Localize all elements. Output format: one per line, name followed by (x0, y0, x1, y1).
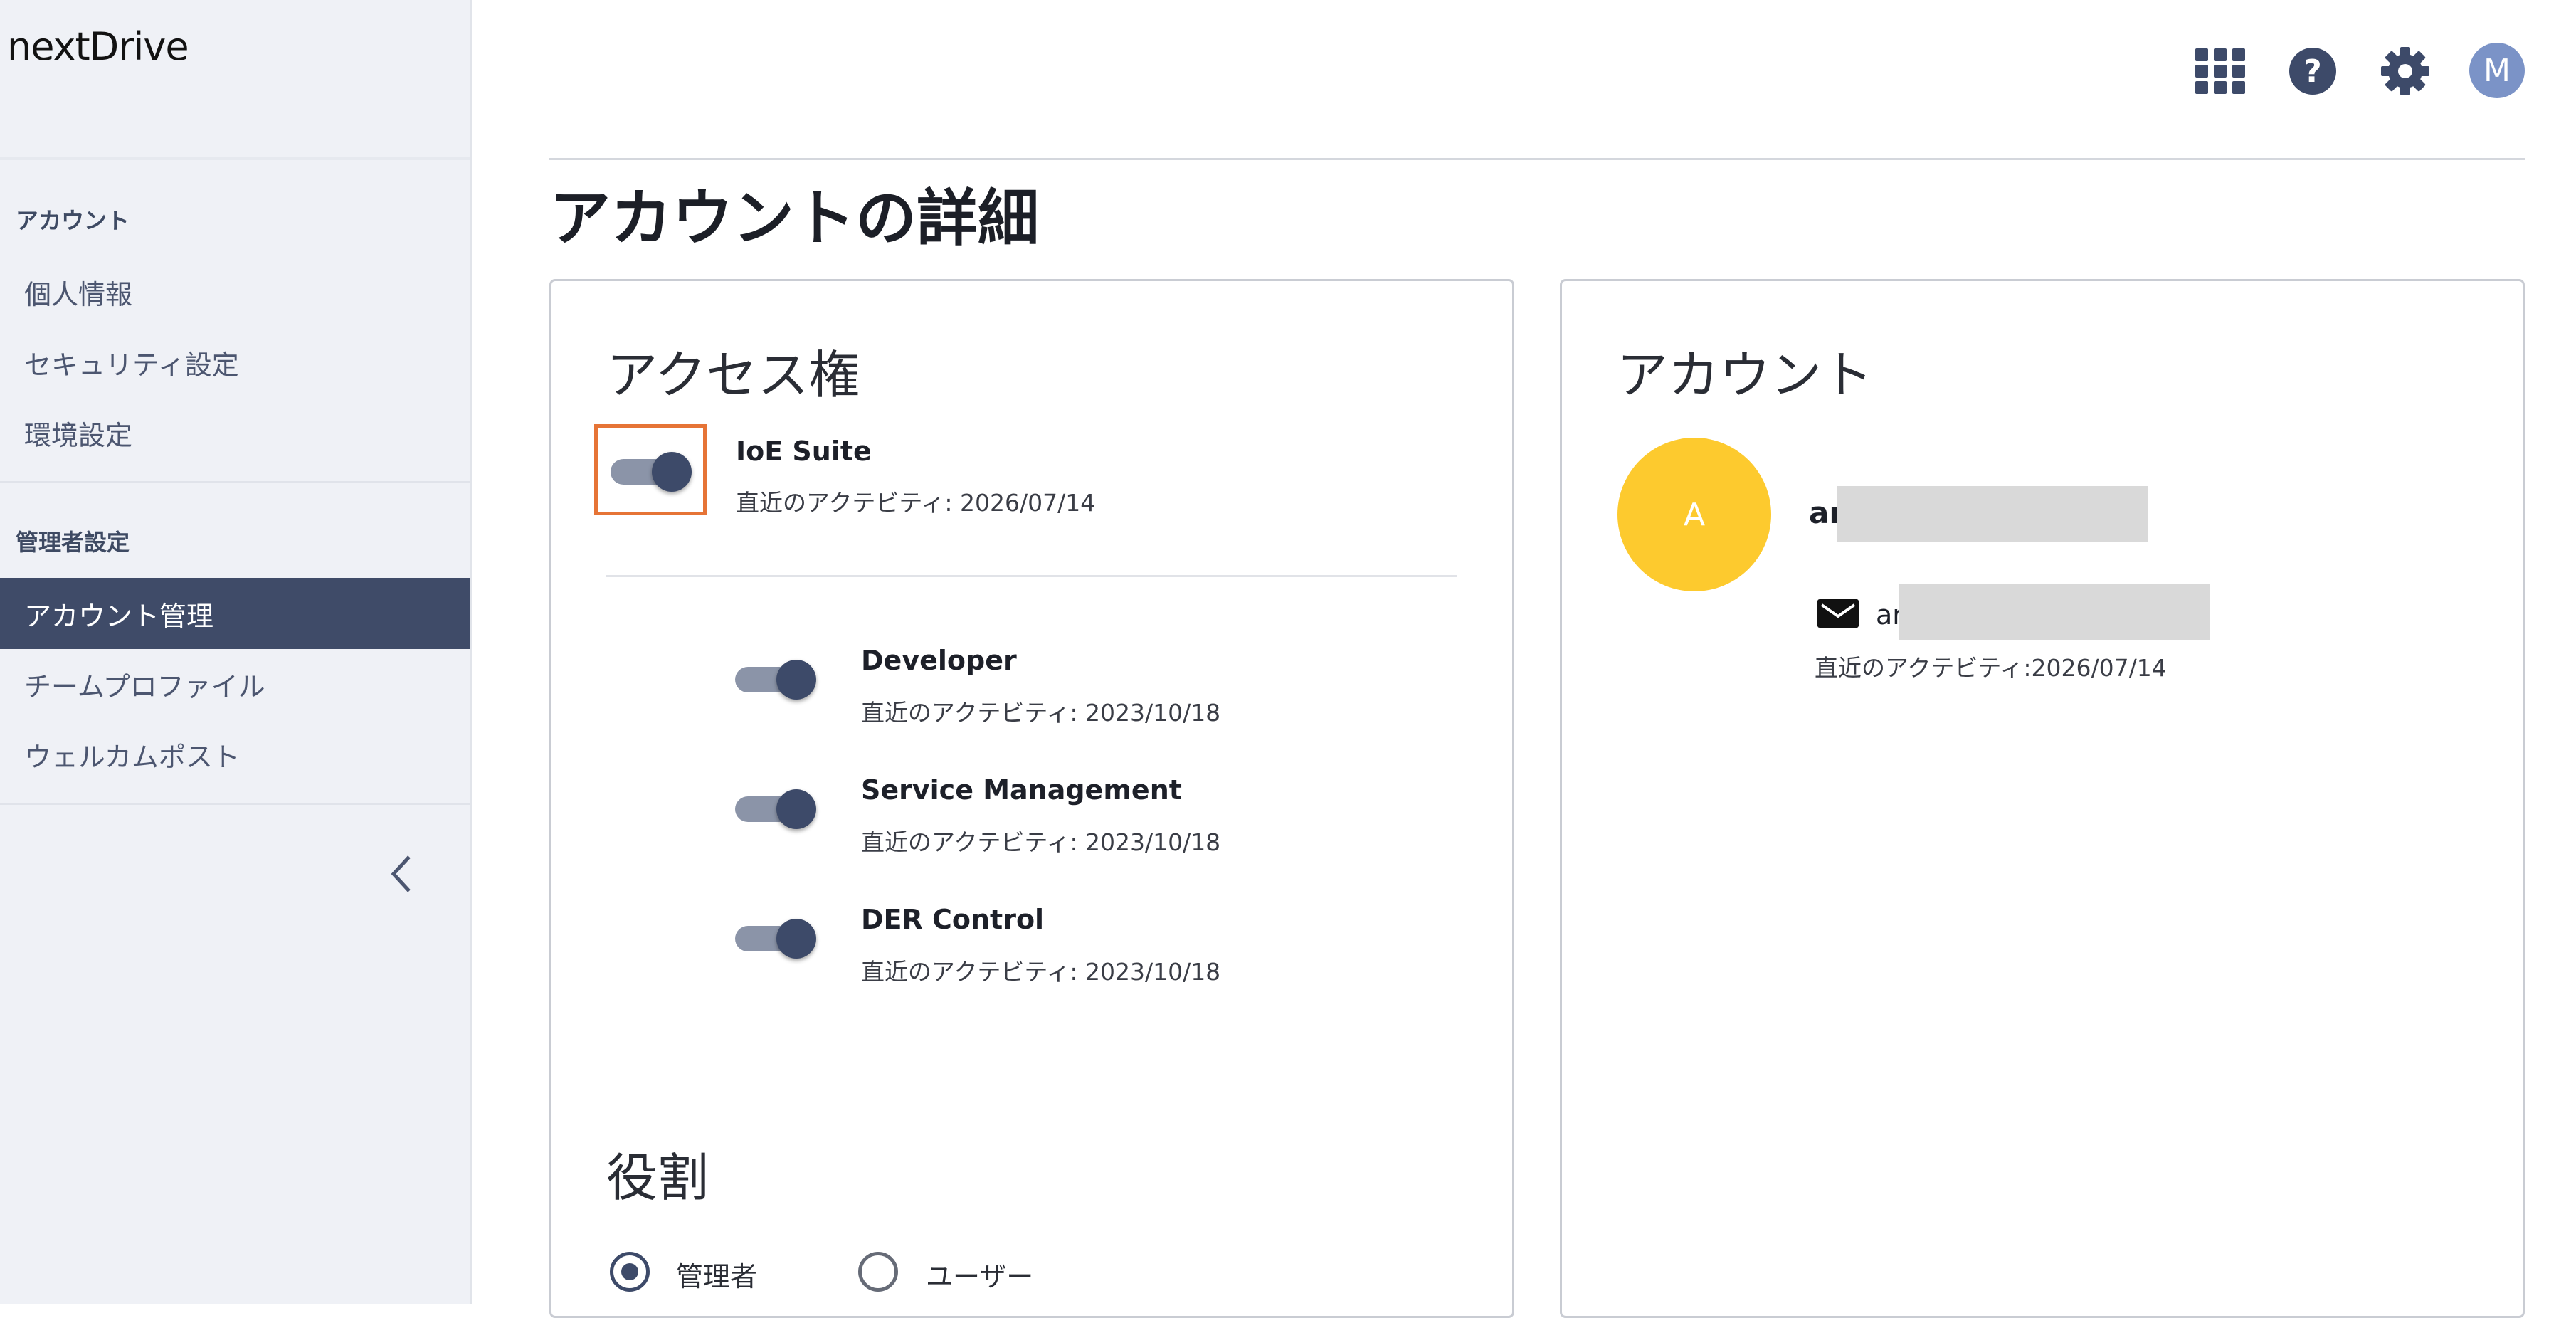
toggle-ioe-suite[interactable] (611, 448, 692, 492)
service-activity: 直近のアクテビティ: 2023/10/18 (861, 958, 1221, 986)
divider (0, 481, 470, 483)
sidebar-item-welcome-post[interactable]: ウェルカムポスト (0, 719, 470, 790)
access-heading: アクセス権 (606, 345, 860, 405)
logo: nextDrive (7, 24, 189, 69)
sidebar-item-security[interactable]: セキュリティ設定 (0, 327, 470, 398)
section-title-admin: 管理者設定 (16, 529, 130, 556)
service-name: IoE Suite (736, 436, 872, 467)
account-avatar: A (1617, 438, 1771, 591)
radio-label-user: ユーザー (926, 1261, 1034, 1292)
service-name: Service Management (861, 774, 1182, 806)
account-heading: アカウント (1617, 345, 1874, 405)
page-title: アカウントの詳細 (549, 183, 1039, 254)
radio-label-admin: 管理者 (676, 1261, 758, 1292)
service-activity: 直近のアクテビティ: 2023/10/18 (861, 699, 1221, 727)
sidebar-item-account-management[interactable]: アカウント管理 (0, 578, 470, 649)
toggle-der-control[interactable] (735, 915, 816, 959)
redaction-block (1837, 486, 2148, 542)
sidebar-item-personal-info[interactable]: 個人情報 (0, 256, 470, 327)
service-name: DER Control (861, 904, 1045, 935)
help-icon[interactable]: ? (2284, 43, 2341, 100)
sidebar: nextDrive アカウント 個人情報 セキュリティ設定 環境設定 管理者設定… (0, 0, 472, 1304)
radio-user[interactable] (858, 1252, 898, 1292)
redaction-block (1899, 584, 2210, 640)
toggle-developer[interactable] (735, 656, 816, 700)
radio-admin[interactable] (610, 1252, 650, 1292)
account-card (1560, 279, 2525, 1318)
service-activity: 直近のアクテビティ: 2023/10/18 (861, 828, 1221, 856)
divider (549, 158, 2525, 160)
divider (0, 803, 470, 805)
section-title-account: アカウント (16, 207, 130, 234)
toggle-service-management[interactable] (735, 786, 816, 829)
account-activity: 直近のアクテビティ:2026/07/14 (1815, 654, 2167, 682)
user-avatar[interactable]: M (2469, 43, 2525, 98)
svg-text:?: ? (2303, 53, 2322, 90)
service-activity: 直近のアクテビティ: 2026/07/14 (736, 489, 1096, 517)
sidebar-item-preferences[interactable]: 環境設定 (0, 397, 470, 468)
role-heading: 役割 (606, 1148, 709, 1208)
mail-icon (1817, 599, 1859, 628)
apps-grid-icon[interactable] (2192, 43, 2249, 100)
service-name: Developer (861, 645, 1017, 676)
divider (606, 575, 1457, 577)
gear-icon[interactable] (2377, 43, 2434, 100)
divider (0, 157, 470, 160)
sidebar-item-team-profile[interactable]: チームプロファイル (0, 648, 470, 719)
chevron-left-icon[interactable] (388, 853, 416, 895)
